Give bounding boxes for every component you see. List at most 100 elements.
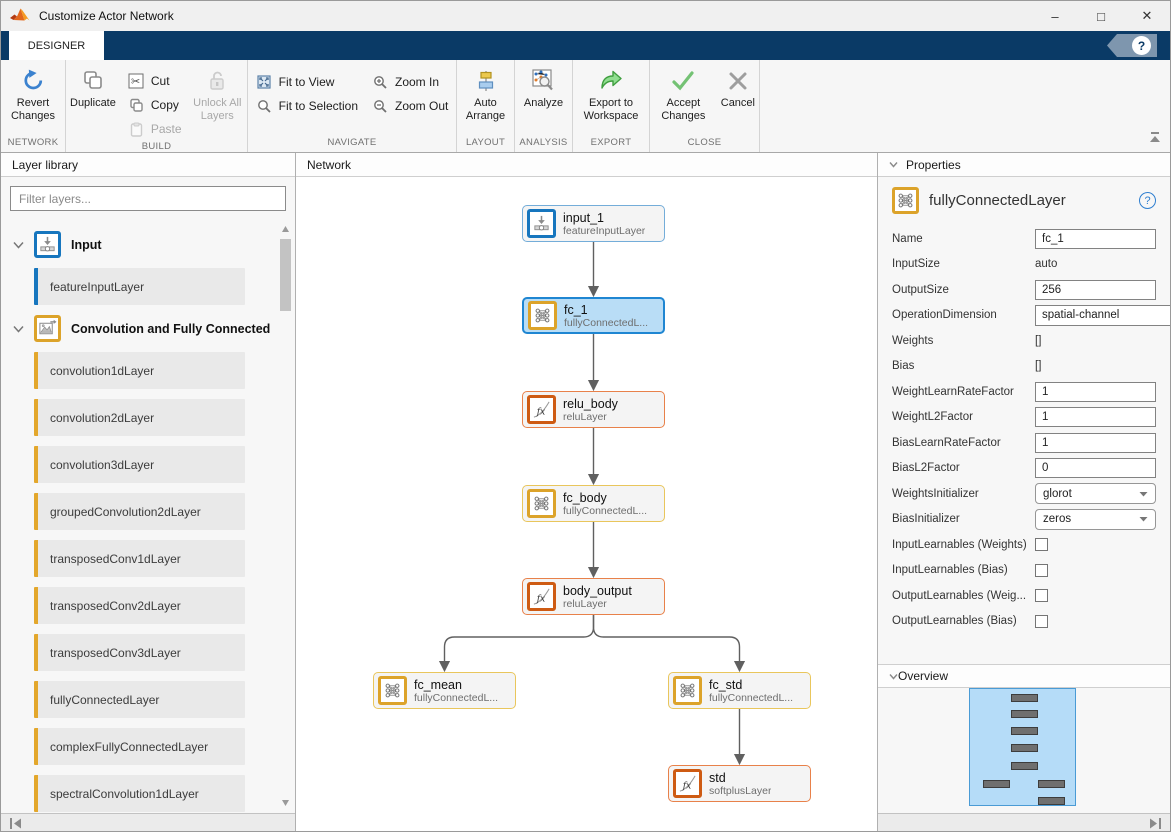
window-title: Customize Actor Network bbox=[39, 9, 1032, 23]
scroll-up-icon[interactable] bbox=[279, 223, 292, 235]
overview-node-marker bbox=[1011, 727, 1038, 735]
library-item-groupedconvolution2dlayer[interactable]: groupedConvolution2dLayer bbox=[34, 493, 245, 530]
unlock-icon bbox=[204, 67, 231, 94]
property-row-weightsinitializer: WeightsInitializerglorot bbox=[892, 481, 1156, 507]
fx-function-icon: fx bbox=[673, 769, 702, 798]
library-item-convolution1dlayer[interactable]: convolution1dLayer bbox=[34, 352, 245, 389]
accept-check-icon bbox=[670, 67, 697, 94]
name-input[interactable] bbox=[1035, 229, 1156, 249]
weights-value: [] bbox=[1035, 335, 1041, 347]
property-row-inputlearnables-bias: InputLearnables (Bias) bbox=[892, 558, 1156, 584]
weightl2factor-input[interactable] bbox=[1035, 407, 1156, 427]
library-scrollbar[interactable] bbox=[279, 223, 292, 809]
copy-button[interactable]: Copy bbox=[128, 93, 182, 117]
operationdimension-input[interactable] bbox=[1035, 305, 1170, 326]
biasl2factor-input[interactable] bbox=[1035, 458, 1156, 478]
network-canvas[interactable]: input_1featureInputLayer fc_1fullyConnect… bbox=[296, 177, 877, 832]
auto-arrange-button[interactable]: Auto Arrange bbox=[457, 65, 514, 137]
matlab-logo-icon bbox=[10, 7, 30, 25]
library-item-convolution3dlayer[interactable]: convolution3dLayer bbox=[34, 446, 245, 483]
property-row-weightlearnratefactor: WeightLearnRateFactor bbox=[892, 379, 1156, 405]
duplicate-label: Duplicate bbox=[70, 97, 116, 110]
overview-node-marker bbox=[1038, 797, 1065, 805]
library-item-transposedconv1dlayer[interactable]: transposedConv1dLayer bbox=[34, 540, 245, 577]
fit-to-view-button[interactable]: Fit to View bbox=[256, 70, 358, 94]
layer-help-button[interactable]: ? bbox=[1139, 192, 1156, 209]
unlock-all-layers-button[interactable]: Unlock All Layers bbox=[188, 65, 247, 141]
layer-group-input[interactable]: Input bbox=[13, 231, 295, 258]
export-to-workspace-button[interactable]: Export to Workspace bbox=[573, 65, 649, 137]
node-name: fc_body bbox=[563, 491, 647, 505]
layer-node-fc-mean[interactable]: fc_meanfullyConnectedL... bbox=[373, 672, 516, 709]
property-row-bias: Bias[] bbox=[892, 354, 1156, 380]
tab-designer[interactable]: DESIGNER bbox=[9, 31, 104, 60]
accept-changes-button[interactable]: Accept Changes bbox=[650, 65, 717, 137]
layer-group-name: Input bbox=[71, 238, 102, 252]
weightlearnratefactor-input[interactable] bbox=[1035, 382, 1156, 402]
scrollbar-thumb[interactable] bbox=[280, 239, 291, 311]
zoom-in-button[interactable]: Zoom In bbox=[372, 70, 448, 94]
library-item-complexfullyconnectedlayer[interactable]: complexFullyConnectedLayer bbox=[34, 728, 245, 765]
property-label: InputLearnables (Bias) bbox=[892, 564, 1035, 576]
biaslearnratefactor-input[interactable] bbox=[1035, 433, 1156, 453]
auto-arrange-icon bbox=[472, 67, 499, 94]
biasinitializer-select[interactable]: zeros bbox=[1035, 509, 1156, 530]
library-item-spectralconvolution1dlayer[interactable]: spectralConvolution1dLayer bbox=[34, 775, 245, 812]
group-layout: Auto Arrange LAYOUT bbox=[457, 60, 515, 152]
revert-changes-label: Revert Changes bbox=[5, 97, 61, 123]
layer-node-body-output[interactable]: fxbody_outputreluLayer bbox=[522, 578, 665, 615]
inputlearnables-bias-checkbox[interactable] bbox=[1035, 564, 1048, 577]
outputsize-input[interactable] bbox=[1035, 280, 1156, 300]
outputlearnables-weig-checkbox[interactable] bbox=[1035, 589, 1048, 602]
fit-to-selection-button[interactable]: Fit to Selection bbox=[256, 94, 358, 118]
paste-button[interactable]: Paste bbox=[128, 117, 182, 141]
paste-icon bbox=[128, 121, 145, 138]
overview-minimap-viewport[interactable] bbox=[969, 688, 1076, 806]
filter-layers-input[interactable] bbox=[10, 186, 286, 211]
node-name: input_1 bbox=[563, 211, 645, 225]
layer-node-input-1[interactable]: input_1featureInputLayer bbox=[522, 205, 665, 242]
node-name: fc_mean bbox=[414, 678, 498, 692]
library-item-convolution2dlayer[interactable]: convolution2dLayer bbox=[34, 399, 245, 436]
overview-header[interactable]: Overview bbox=[878, 664, 1170, 688]
duplicate-button[interactable]: Duplicate bbox=[66, 65, 120, 141]
layer-node-relu-body[interactable]: fxrelu_bodyreluLayer bbox=[522, 391, 665, 428]
library-item-featureinputlayer[interactable]: featureInputLayer bbox=[34, 268, 245, 305]
export-icon bbox=[598, 67, 625, 94]
close-button[interactable]: ✕ bbox=[1124, 1, 1170, 31]
network-header: Network bbox=[296, 153, 877, 177]
zoom-out-button[interactable]: Zoom Out bbox=[372, 94, 448, 118]
outputlearnables-bias-checkbox[interactable] bbox=[1035, 615, 1048, 628]
maximize-button[interactable]: □ bbox=[1078, 1, 1124, 31]
properties-header[interactable]: Properties bbox=[878, 153, 1170, 177]
layer-group-convolution-and-fully-connected[interactable]: Convolution and Fully Connected bbox=[13, 315, 295, 342]
main-area: Layer library InputfeatureInputLayerConv… bbox=[1, 153, 1170, 832]
cancel-button[interactable]: Cancel bbox=[717, 65, 759, 137]
library-item-fullyconnectedlayer[interactable]: fullyConnectedLayer bbox=[34, 681, 245, 718]
library-item-transposedconv3dlayer[interactable]: transposedConv3dLayer bbox=[34, 634, 245, 671]
analyze-button[interactable]: Analyze bbox=[520, 65, 567, 137]
properties-bottom-strip bbox=[878, 813, 1170, 832]
inputlearnables-weights-checkbox[interactable] bbox=[1035, 538, 1048, 551]
library-item-transposedconv2dlayer[interactable]: transposedConv2dLayer bbox=[34, 587, 245, 624]
overview-node-marker bbox=[983, 780, 1010, 788]
minimize-button[interactable]: – bbox=[1032, 1, 1078, 31]
help-button[interactable]: ? bbox=[1107, 34, 1157, 57]
layer-node-fc-1[interactable]: fc_1fullyConnectedL... bbox=[522, 297, 665, 334]
svg-text:fx: fx bbox=[536, 594, 545, 604]
cancel-x-icon bbox=[724, 67, 751, 94]
property-row-outputlearnables-bias: OutputLearnables (Bias) bbox=[892, 609, 1156, 635]
revert-changes-button[interactable]: Revert Changes bbox=[1, 65, 65, 137]
layer-node-std[interactable]: fxstdsoftplusLayer bbox=[668, 765, 811, 802]
scroll-down-icon[interactable] bbox=[279, 797, 292, 809]
property-label: Bias bbox=[892, 360, 1035, 372]
layer-node-fc-body[interactable]: fc_bodyfullyConnectedL... bbox=[522, 485, 665, 522]
collapse-right-panel-button[interactable] bbox=[1148, 817, 1162, 832]
weightsinitializer-select[interactable]: glorot bbox=[1035, 483, 1156, 504]
cut-button[interactable]: ✂ Cut bbox=[128, 69, 182, 93]
collapse-ribbon-button[interactable] bbox=[1148, 131, 1162, 149]
group-export: Export to Workspace EXPORT bbox=[573, 60, 650, 152]
collapse-left-panel-button[interactable] bbox=[9, 817, 23, 832]
property-row-inputlearnables-weights: InputLearnables (Weights) bbox=[892, 532, 1156, 558]
layer-node-fc-std[interactable]: fc_stdfullyConnectedL... bbox=[668, 672, 811, 709]
